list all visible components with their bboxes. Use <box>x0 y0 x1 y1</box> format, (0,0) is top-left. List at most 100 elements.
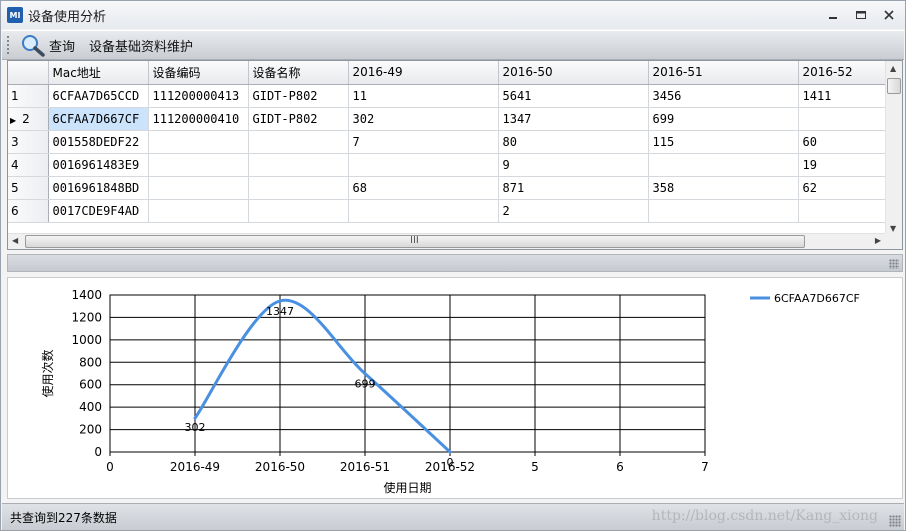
table-cell[interactable] <box>148 130 249 154</box>
query-button[interactable]: 查询 <box>16 31 79 59</box>
table-cell[interactable]: 80 <box>498 130 649 154</box>
table-cell[interactable]: GIDT-P802 <box>248 107 349 131</box>
row-header[interactable]: 5 <box>8 176 49 200</box>
table-cell[interactable] <box>148 199 249 223</box>
table-cell[interactable] <box>148 176 249 200</box>
window-controls <box>823 7 899 23</box>
table-cell[interactable] <box>648 153 799 177</box>
table-cell[interactable]: 0016961483E9 <box>48 153 149 177</box>
vertical-scrollbar[interactable]: ▲ ▼ <box>885 61 902 235</box>
row-header[interactable]: 3 <box>8 130 49 154</box>
table-cell[interactable] <box>248 199 349 223</box>
maximize-button[interactable] <box>851 7 871 23</box>
table-cell[interactable] <box>248 153 349 177</box>
table-cell[interactable]: 68 <box>348 176 499 200</box>
header-row: Mac地址 设备编码 设备名称 2016-49 2016-50 2016-51 … <box>8 61 899 85</box>
table-cell[interactable] <box>798 107 899 131</box>
data-grid[interactable]: Mac地址 设备编码 设备名称 2016-49 2016-50 2016-51 … <box>7 60 903 250</box>
horizontal-scrollbar[interactable]: ◀ III ▶ <box>8 233 887 249</box>
table-cell[interactable]: 9 <box>498 153 649 177</box>
row-header[interactable]: ▶ 2 <box>8 107 49 131</box>
minimize-button[interactable] <box>823 7 843 23</box>
title-bar: MI 设备使用分析 <box>1 1 905 29</box>
table-cell[interactable]: 62 <box>798 176 899 200</box>
scroll-right-icon[interactable]: ▶ <box>875 236 881 245</box>
column-header[interactable]: 2016-52 <box>798 61 899 85</box>
panel-splitter[interactable] <box>7 254 903 272</box>
y-tick-label: 1400 <box>71 288 102 302</box>
row-header[interactable]: 6 <box>8 199 49 223</box>
table-cell[interactable] <box>248 130 349 154</box>
table-cell[interactable]: 11 <box>348 84 499 108</box>
table-cell[interactable]: 115 <box>648 130 799 154</box>
close-button[interactable] <box>879 7 899 23</box>
column-header[interactable]: Mac地址 <box>48 61 149 85</box>
table-cell[interactable]: 111200000410 <box>148 107 249 131</box>
column-header[interactable]: 设备编码 <box>148 61 249 85</box>
table-cell[interactable]: 699 <box>648 107 799 131</box>
row-header[interactable]: 4 <box>8 153 49 177</box>
table-cell[interactable]: 1411 <box>798 84 899 108</box>
x-tick-label: 2016-50 <box>255 460 305 474</box>
table-cell[interactable] <box>148 153 249 177</box>
status-bar: 共查询到227条数据 http://blog.csdn.net/Kang_xio… <box>2 503 904 530</box>
column-header[interactable]: 2016-51 <box>648 61 799 85</box>
column-header[interactable]: 设备名称 <box>248 61 349 85</box>
row-number: 1 <box>11 88 19 103</box>
data-table: Mac地址 设备编码 设备名称 2016-49 2016-50 2016-51 … <box>8 61 899 223</box>
table-cell[interactable]: 358 <box>648 176 799 200</box>
vertical-scroll-thumb[interactable] <box>887 78 901 94</box>
scroll-up-icon[interactable]: ▲ <box>890 64 896 73</box>
table-cell[interactable]: 0017CDE9F4AD <box>48 199 149 223</box>
table-row[interactable]: 6 0017CDE9F4AD 2 <box>8 199 899 223</box>
table-cell[interactable] <box>798 199 899 223</box>
table-row[interactable]: 4 0016961483E9 9 19 <box>8 153 899 177</box>
table-row[interactable]: ▶ 2 6CFAA7D667CF 111200000410 GIDT-P802 302 13… <box>8 107 899 131</box>
table-cell[interactable]: 001558DEDF22 <box>48 130 149 154</box>
table-cell[interactable]: 60 <box>798 130 899 154</box>
table-row[interactable]: 3 001558DEDF22 7 80 115 60 <box>8 130 899 154</box>
chart-panel: 0 200 400 600 800 1000 1200 1400 0 2016-49 2016-50… <box>7 277 903 499</box>
magnifier-icon <box>22 35 45 57</box>
main-window: MI 设备使用分析 查询 设备基础资料维护 Mac地址 设备编码 设备名称 20… <box>0 0 906 531</box>
maintain-button[interactable]: 设备基础资料维护 <box>85 34 197 57</box>
table-cell[interactable] <box>348 153 499 177</box>
table-cell[interactable]: 0016961848BD <box>48 176 149 200</box>
table-cell[interactable]: 19 <box>798 153 899 177</box>
table-row[interactable]: 1 6CFAA7D65CCD 111200000413 GIDT-P802 11 5641… <box>8 84 899 108</box>
toolbar-grip[interactable] <box>6 35 10 55</box>
scroll-grip-mark: III <box>410 235 419 246</box>
table-cell[interactable]: 3456 <box>648 84 799 108</box>
table-cell[interactable]: 2 <box>498 199 649 223</box>
horizontal-scroll-thumb[interactable]: III <box>25 235 805 248</box>
table-cell[interactable] <box>248 176 349 200</box>
resize-grip-icon[interactable] <box>889 515 901 527</box>
column-header[interactable]: 2016-49 <box>348 61 499 85</box>
table-row[interactable]: 5 0016961848BD 68 871 358 62 <box>8 176 899 200</box>
table-cell[interactable]: 5641 <box>498 84 649 108</box>
scroll-left-icon[interactable]: ◀ <box>12 236 18 245</box>
data-label: 302 <box>185 421 206 434</box>
table-cell[interactable] <box>648 199 799 223</box>
scroll-down-icon[interactable]: ▼ <box>890 224 896 233</box>
row-header[interactable]: 1 <box>8 84 49 108</box>
table-cell[interactable]: 6CFAA7D65CCD <box>48 84 149 108</box>
table-cell[interactable]: GIDT-P802 <box>248 84 349 108</box>
column-header[interactable]: 2016-50 <box>498 61 649 85</box>
table-cell[interactable]: 6CFAA7D667CF <box>48 107 149 131</box>
table-cell[interactable]: 1347 <box>498 107 649 131</box>
data-point <box>193 416 197 420</box>
row-header-corner[interactable] <box>8 61 49 85</box>
table-cell[interactable] <box>348 199 499 223</box>
data-label: 1347 <box>266 305 294 318</box>
close-icon <box>884 10 894 20</box>
table-cell[interactable]: 7 <box>348 130 499 154</box>
y-tick-label: 0 <box>94 445 102 459</box>
table-cell[interactable]: 302 <box>348 107 499 131</box>
y-tick-label: 600 <box>79 378 102 392</box>
window-title: 设备使用分析 <box>28 9 107 25</box>
table-cell[interactable]: 111200000413 <box>148 84 249 108</box>
y-tick-label: 1200 <box>71 310 102 324</box>
table-cell[interactable]: 871 <box>498 176 649 200</box>
legend-entry: 6CFAA7D667CF <box>774 292 860 305</box>
